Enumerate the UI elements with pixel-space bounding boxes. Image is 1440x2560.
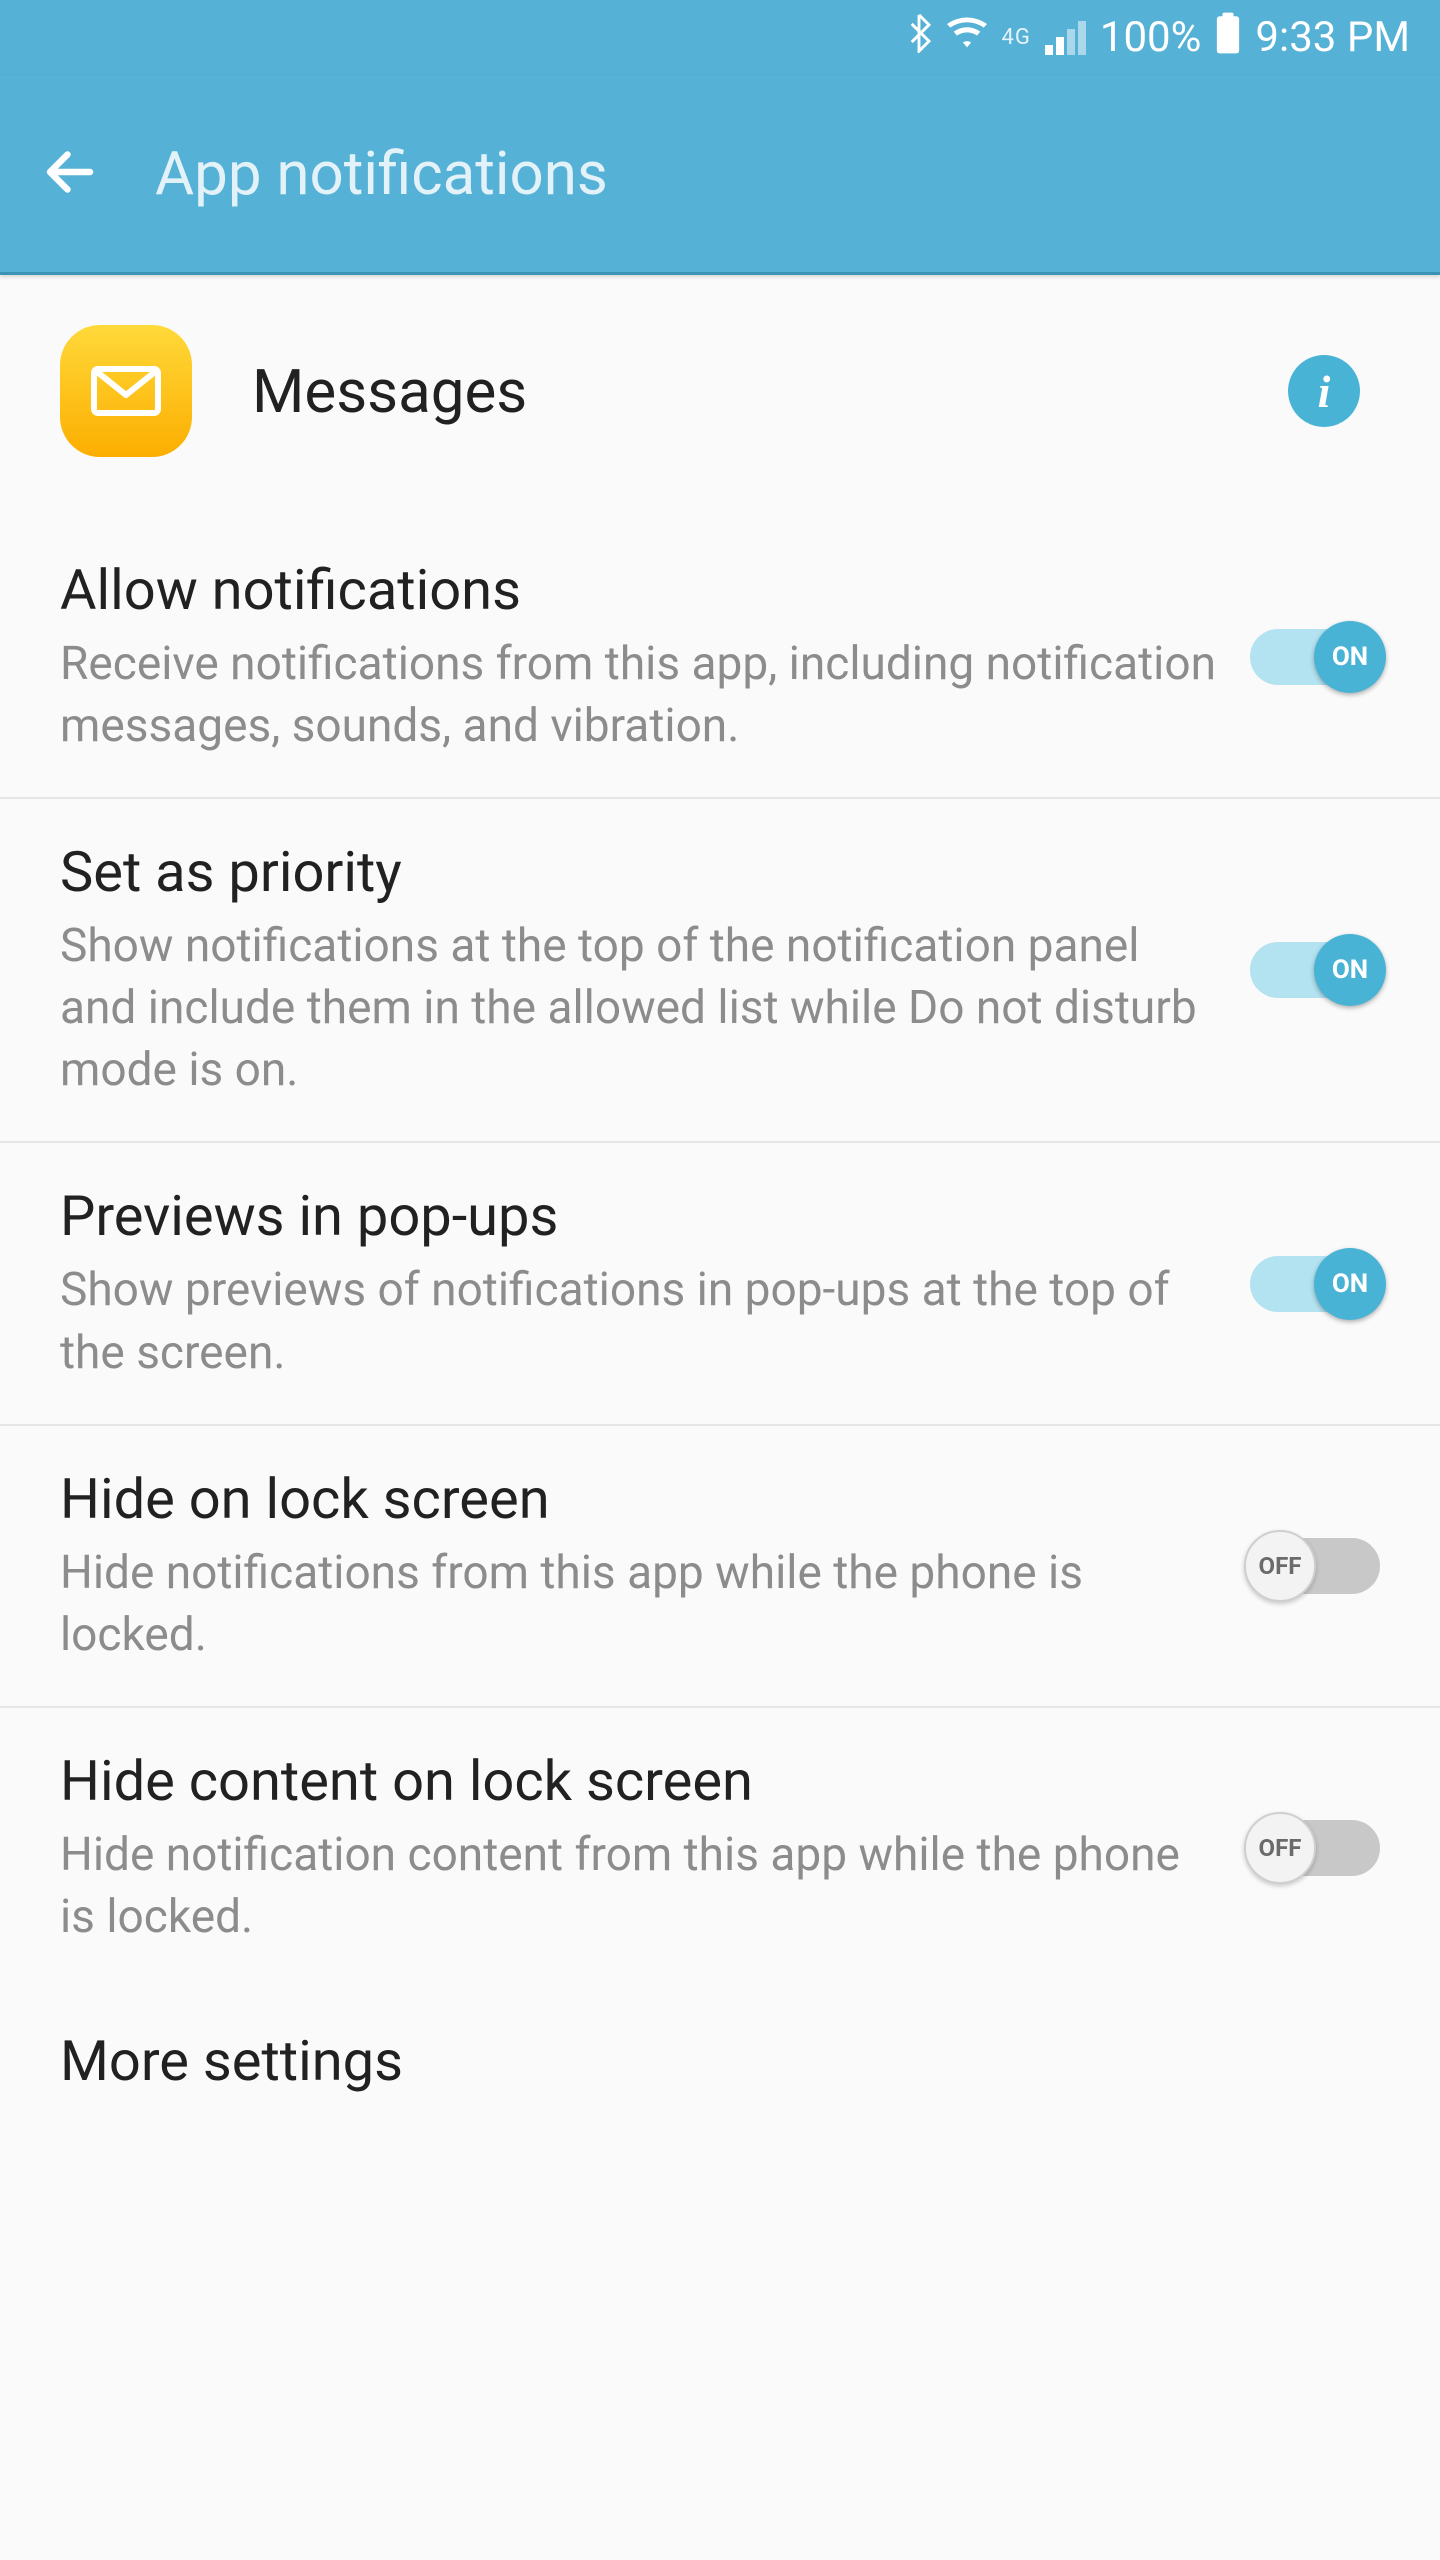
- setting-previews[interactable]: Previews in pop-ups Show previews of not…: [0, 1143, 1440, 1425]
- toggle-hide-lock[interactable]: OFF: [1250, 1538, 1380, 1594]
- toggle-priority[interactable]: ON: [1250, 942, 1380, 998]
- toggle-knob: ON: [1314, 1248, 1386, 1320]
- signal-icon: [1045, 21, 1086, 55]
- setting-title: Hide on lock screen: [60, 1466, 1220, 1532]
- network-type-label: 4G: [1001, 25, 1030, 50]
- setting-hide-lock[interactable]: Hide on lock screen Hide notifications f…: [0, 1426, 1440, 1708]
- setting-desc: Hide notification content from this app …: [60, 1824, 1220, 1948]
- toggle-knob: OFF: [1244, 1812, 1316, 1884]
- messages-app-icon: [60, 325, 192, 457]
- more-settings-row[interactable]: More settings: [0, 1988, 1440, 2094]
- setting-allow-notifications[interactable]: Allow notifications Receive notification…: [0, 517, 1440, 799]
- wifi-icon: [947, 14, 987, 61]
- info-icon[interactable]: i: [1288, 355, 1360, 427]
- app-name: Messages: [252, 356, 1228, 427]
- setting-desc: Show previews of notifications in pop-up…: [60, 1259, 1220, 1383]
- setting-desc: Hide notifications from this app while t…: [60, 1542, 1220, 1666]
- setting-priority[interactable]: Set as priority Show notifications at th…: [0, 799, 1440, 1143]
- setting-hide-content-lock[interactable]: Hide content on lock screen Hide notific…: [0, 1708, 1440, 1988]
- toggle-knob: ON: [1314, 621, 1386, 693]
- back-icon[interactable]: [40, 142, 100, 206]
- page-title: App notifications: [155, 138, 608, 209]
- setting-title: Hide content on lock screen: [60, 1748, 1220, 1814]
- setting-title: Set as priority: [60, 839, 1220, 905]
- setting-title: Previews in pop-ups: [60, 1183, 1220, 1249]
- toggle-knob: OFF: [1244, 1530, 1316, 1602]
- bluetooth-icon: [905, 13, 933, 63]
- more-settings-title: More settings: [60, 2028, 1380, 2094]
- app-bar: App notifications: [0, 75, 1440, 275]
- toggle-hide-content-lock[interactable]: OFF: [1250, 1820, 1380, 1876]
- setting-desc: Receive notifications from this app, inc…: [60, 633, 1220, 757]
- app-header-row: Messages i: [0, 275, 1440, 517]
- setting-title: Allow notifications: [60, 557, 1220, 623]
- battery-icon: [1215, 12, 1241, 64]
- clock: 9:33 PM: [1255, 13, 1410, 62]
- setting-desc: Show notifications at the top of the not…: [60, 915, 1220, 1101]
- status-bar: 4G 100% 9:33 PM: [0, 0, 1440, 75]
- toggle-knob: ON: [1314, 934, 1386, 1006]
- toggle-allow-notifications[interactable]: ON: [1250, 629, 1380, 685]
- toggle-previews[interactable]: ON: [1250, 1256, 1380, 1312]
- settings-list: Allow notifications Receive notification…: [0, 517, 1440, 1988]
- battery-percent: 100%: [1100, 13, 1202, 62]
